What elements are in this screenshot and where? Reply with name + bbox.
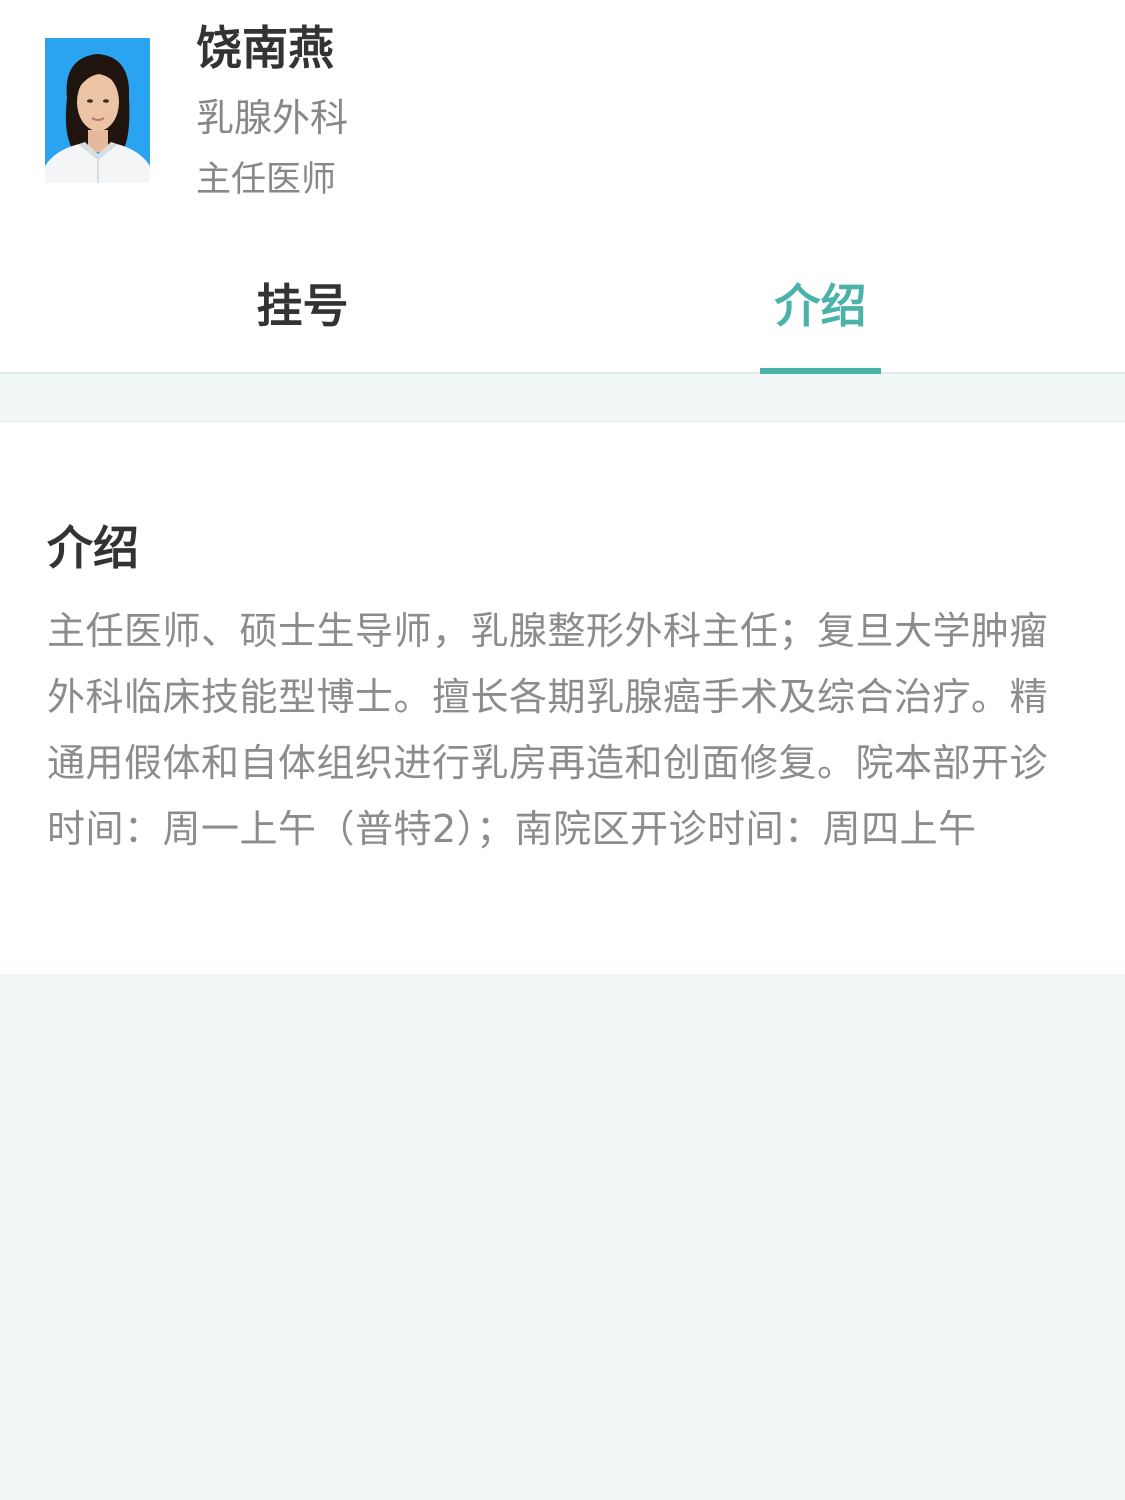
active-tab-indicator <box>760 368 881 374</box>
doctor-title: 主任医师 <box>196 160 337 200</box>
tab-bar: 挂号 介绍 <box>0 240 1125 374</box>
intro-card: 介绍 主任医师、硕士生导师，乳腺整形外科主任；复旦大学肿瘤外科临床技能型博士。擅… <box>0 421 1125 974</box>
doctor-avatar <box>45 38 150 183</box>
tab-intro-label: 介绍 <box>774 279 867 333</box>
doctor-department: 乳腺外科 <box>196 96 349 140</box>
doctor-header: 饶南燕 乳腺外科 主任医师 <box>0 0 1125 240</box>
intro-heading: 介绍 <box>47 521 139 575</box>
intro-text: 主任医师、硕士生导师，乳腺整形外科主任；复旦大学肿瘤外科临床技能型博士。擅长各期… <box>47 609 1049 851</box>
doctor-name: 饶南燕 <box>196 21 334 75</box>
tab-intro[interactable]: 介绍 <box>760 240 881 374</box>
avatar-portrait <box>45 38 150 183</box>
tab-register[interactable]: 挂号 <box>190 240 415 372</box>
